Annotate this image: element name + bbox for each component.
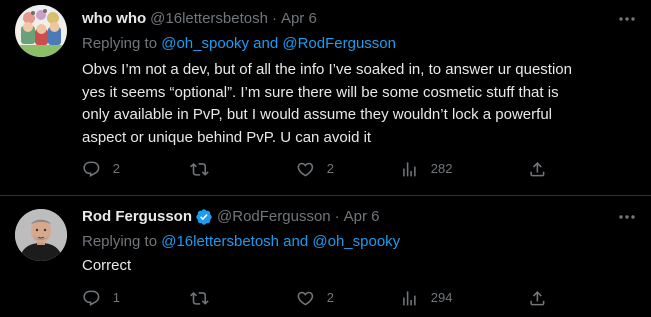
share-button[interactable] [528, 288, 547, 308]
avatar[interactable] [15, 209, 67, 261]
avatar[interactable] [15, 5, 67, 57]
views-icon [403, 290, 416, 306]
share-icon [530, 290, 545, 306]
reply-icon [83, 161, 100, 177]
replying-to-prefix: Replying to [82, 233, 162, 250]
reply-mention[interactable]: @oh_spooky [312, 233, 400, 250]
views-icon [403, 161, 416, 177]
like-button[interactable]: 2 [296, 159, 334, 179]
tweet-content: Rod Fergusson @RodFergusson · Apr 6 Repl… [82, 207, 637, 278]
retweet-button[interactable] [190, 288, 221, 308]
tweet-date[interactable]: Apr 6 [281, 9, 317, 29]
share-button[interactable] [528, 159, 547, 179]
action-bar: 2 2 282 [82, 159, 554, 179]
reply-count: 1 [112, 290, 120, 305]
author-name[interactable]: who who [82, 9, 146, 29]
views-button[interactable]: 282 [400, 159, 452, 179]
author-handle[interactable]: @16lettersbetosh [150, 9, 268, 29]
reply-mention[interactable]: @16lettersbetosh [161, 233, 279, 250]
avatar-image [15, 209, 67, 261]
tweet-header: who who @16lettersbetosh · Apr 6 [82, 9, 637, 29]
tweet[interactable]: Rod Fergusson @RodFergusson · Apr 6 Repl… [0, 196, 651, 317]
view-count: 282 [430, 161, 453, 176]
reply-count: 2 [112, 161, 120, 176]
action-bar: 1 2 294 [82, 288, 554, 308]
reply-mention[interactable]: @oh_spooky [161, 35, 249, 52]
reply-and[interactable]: and [279, 233, 312, 250]
tweet-content: who who @16lettersbetosh · Apr 6 Replyin… [82, 9, 637, 149]
reply-mention[interactable]: @RodFergusson [282, 35, 396, 52]
tweet-header: Rod Fergusson @RodFergusson · Apr 6 [82, 207, 637, 227]
separator-dot: · [334, 208, 340, 225]
verified-badge-icon[interactable] [195, 208, 213, 226]
retweet-icon [190, 162, 209, 176]
tweet-text: Correct [82, 257, 132, 274]
replying-to: Replying to @oh_spooky and @RodFergusson [82, 34, 637, 54]
like-icon [297, 162, 314, 177]
tweet-date[interactable]: Apr 6 [344, 207, 380, 227]
avatar-image [15, 5, 67, 57]
views-button[interactable]: 294 [400, 288, 452, 308]
like-icon [297, 291, 314, 306]
replying-to: Replying to @16lettersbetosh and @oh_spo… [82, 232, 637, 252]
reply-button[interactable]: 1 [82, 288, 120, 308]
author-name[interactable]: Rod Fergusson [82, 207, 192, 227]
view-count: 294 [430, 290, 453, 305]
like-count: 2 [326, 290, 334, 305]
reply-button[interactable]: 2 [82, 159, 120, 179]
separator-dot: · [271, 10, 277, 27]
more-icon[interactable] [617, 209, 637, 225]
like-button[interactable]: 2 [296, 288, 334, 308]
more-icon[interactable] [617, 11, 637, 27]
author-handle[interactable]: @RodFergusson [217, 207, 331, 227]
share-icon [530, 161, 545, 177]
reply-and[interactable]: and [249, 35, 282, 52]
tweet[interactable]: who who @16lettersbetosh · Apr 6 Replyin… [0, 0, 651, 196]
retweet-button[interactable] [190, 159, 221, 179]
like-count: 2 [326, 161, 334, 176]
tweet-text: Obvs I’m not a dev, but of all the info … [82, 61, 572, 146]
replying-to-prefix: Replying to [82, 35, 162, 52]
reply-icon [83, 290, 100, 306]
retweet-icon [190, 291, 209, 305]
